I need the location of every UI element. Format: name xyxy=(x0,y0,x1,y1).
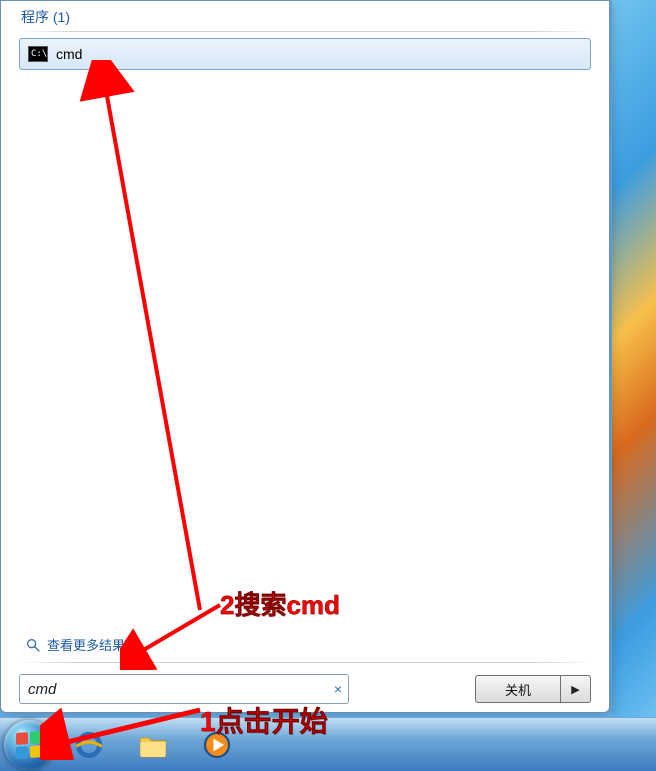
internet-explorer-icon xyxy=(72,728,106,765)
shutdown-options-button[interactable]: ▶ xyxy=(561,675,591,703)
start-menu-panel: 程序 (1) C:\ cmd 查看更多结果 × 关机 ▶ xyxy=(0,0,610,713)
taskbar-item-ie[interactable] xyxy=(60,725,118,769)
taskbar xyxy=(0,717,656,771)
start-button[interactable] xyxy=(4,720,54,770)
taskbar-item-media-player[interactable] xyxy=(188,725,246,769)
chevron-right-icon: ▶ xyxy=(571,683,579,696)
cmd-icon: C:\ xyxy=(28,46,48,62)
folder-icon xyxy=(136,728,170,765)
shutdown-button-group: 关机 ▶ xyxy=(475,675,591,703)
windows-logo-icon xyxy=(16,731,42,759)
see-more-results-link[interactable]: 查看更多结果 xyxy=(7,635,603,662)
programs-header: 程序 (1) xyxy=(7,1,603,31)
search-result-cmd[interactable]: C:\ cmd xyxy=(19,38,591,70)
search-icon xyxy=(25,637,41,653)
search-input[interactable] xyxy=(28,681,320,698)
see-more-results-label: 查看更多结果 xyxy=(47,635,125,654)
taskbar-item-explorer[interactable] xyxy=(124,725,182,769)
media-player-icon xyxy=(200,728,234,765)
search-box[interactable]: × xyxy=(19,674,349,704)
shutdown-button[interactable]: 关机 xyxy=(475,675,561,703)
clear-search-icon[interactable]: × xyxy=(334,681,342,697)
desktop-wallpaper xyxy=(612,0,656,717)
result-label: cmd xyxy=(56,46,82,62)
start-menu-footer: × 关机 ▶ xyxy=(7,663,603,706)
